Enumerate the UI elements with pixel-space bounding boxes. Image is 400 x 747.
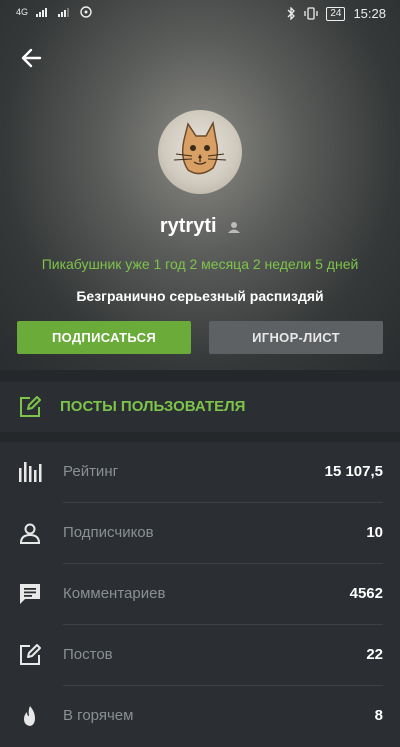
network-label: 4G	[16, 7, 29, 17]
stat-comments: Комментариев 4562	[0, 564, 400, 625]
signal-icon	[36, 8, 48, 17]
stat-label: Постов	[63, 646, 113, 663]
section-divider-2	[0, 432, 400, 442]
stat-value: 22	[366, 646, 383, 663]
username: rytryti	[159, 215, 217, 237]
stat-value: 10	[366, 524, 383, 541]
back-arrow-icon[interactable]	[18, 44, 46, 72]
fire-icon	[24, 706, 35, 726]
member-since: Пикабушник уже 1 год 2 месяца 2 недели 5…	[41, 256, 359, 272]
user-bio: Безгранично серьезный распиздяй	[76, 288, 324, 304]
vibrate-icon	[304, 7, 318, 20]
music-icon	[80, 6, 92, 18]
person-icon	[19, 523, 41, 544]
comment-icon	[20, 584, 40, 604]
stat-value: 15 107,5	[324, 463, 383, 480]
subscribe-button[interactable]: ПОДПИСАТЬСЯ	[17, 321, 191, 354]
signal-icon-2	[58, 8, 70, 17]
stat-label: Рейтинг	[63, 463, 119, 480]
section-divider	[0, 370, 400, 382]
stat-value: 4562	[349, 585, 383, 602]
user-posts-label: ПОСТЫ ПОЛЬЗОВАТЕЛЯ	[60, 398, 246, 415]
stat-label: Комментариев	[63, 585, 166, 602]
stat-rating: Рейтинг 15 107,5	[0, 442, 400, 503]
edit-icon	[20, 396, 41, 417]
stat-hot: В горячем 8	[0, 686, 400, 747]
stat-subscribers: Подписчиков 10	[0, 503, 400, 564]
stat-label: Подписчиков	[63, 524, 154, 541]
username-row: rytryti	[0, 215, 400, 238]
battery-icon: 24	[326, 6, 346, 21]
stat-label: В горячем	[63, 707, 134, 724]
edit-icon	[20, 644, 41, 665]
user-badge-icon	[228, 221, 241, 233]
bluetooth-icon	[287, 7, 296, 20]
ignore-list-button[interactable]: ИГНОР-ЛИСТ	[209, 321, 383, 354]
user-posts-link[interactable]: ПОСТЫ ПОЛЬЗОВАТЕЛЯ	[0, 382, 400, 432]
stat-value: 8	[374, 707, 383, 724]
status-bar: 4G 24 15:28	[0, 0, 400, 28]
stat-posts: Постов 22	[0, 625, 400, 686]
clock: 15:28	[353, 6, 386, 21]
cat-drawing-icon	[173, 120, 227, 175]
bar-chart-icon	[19, 462, 42, 482]
avatar[interactable]	[158, 110, 242, 194]
